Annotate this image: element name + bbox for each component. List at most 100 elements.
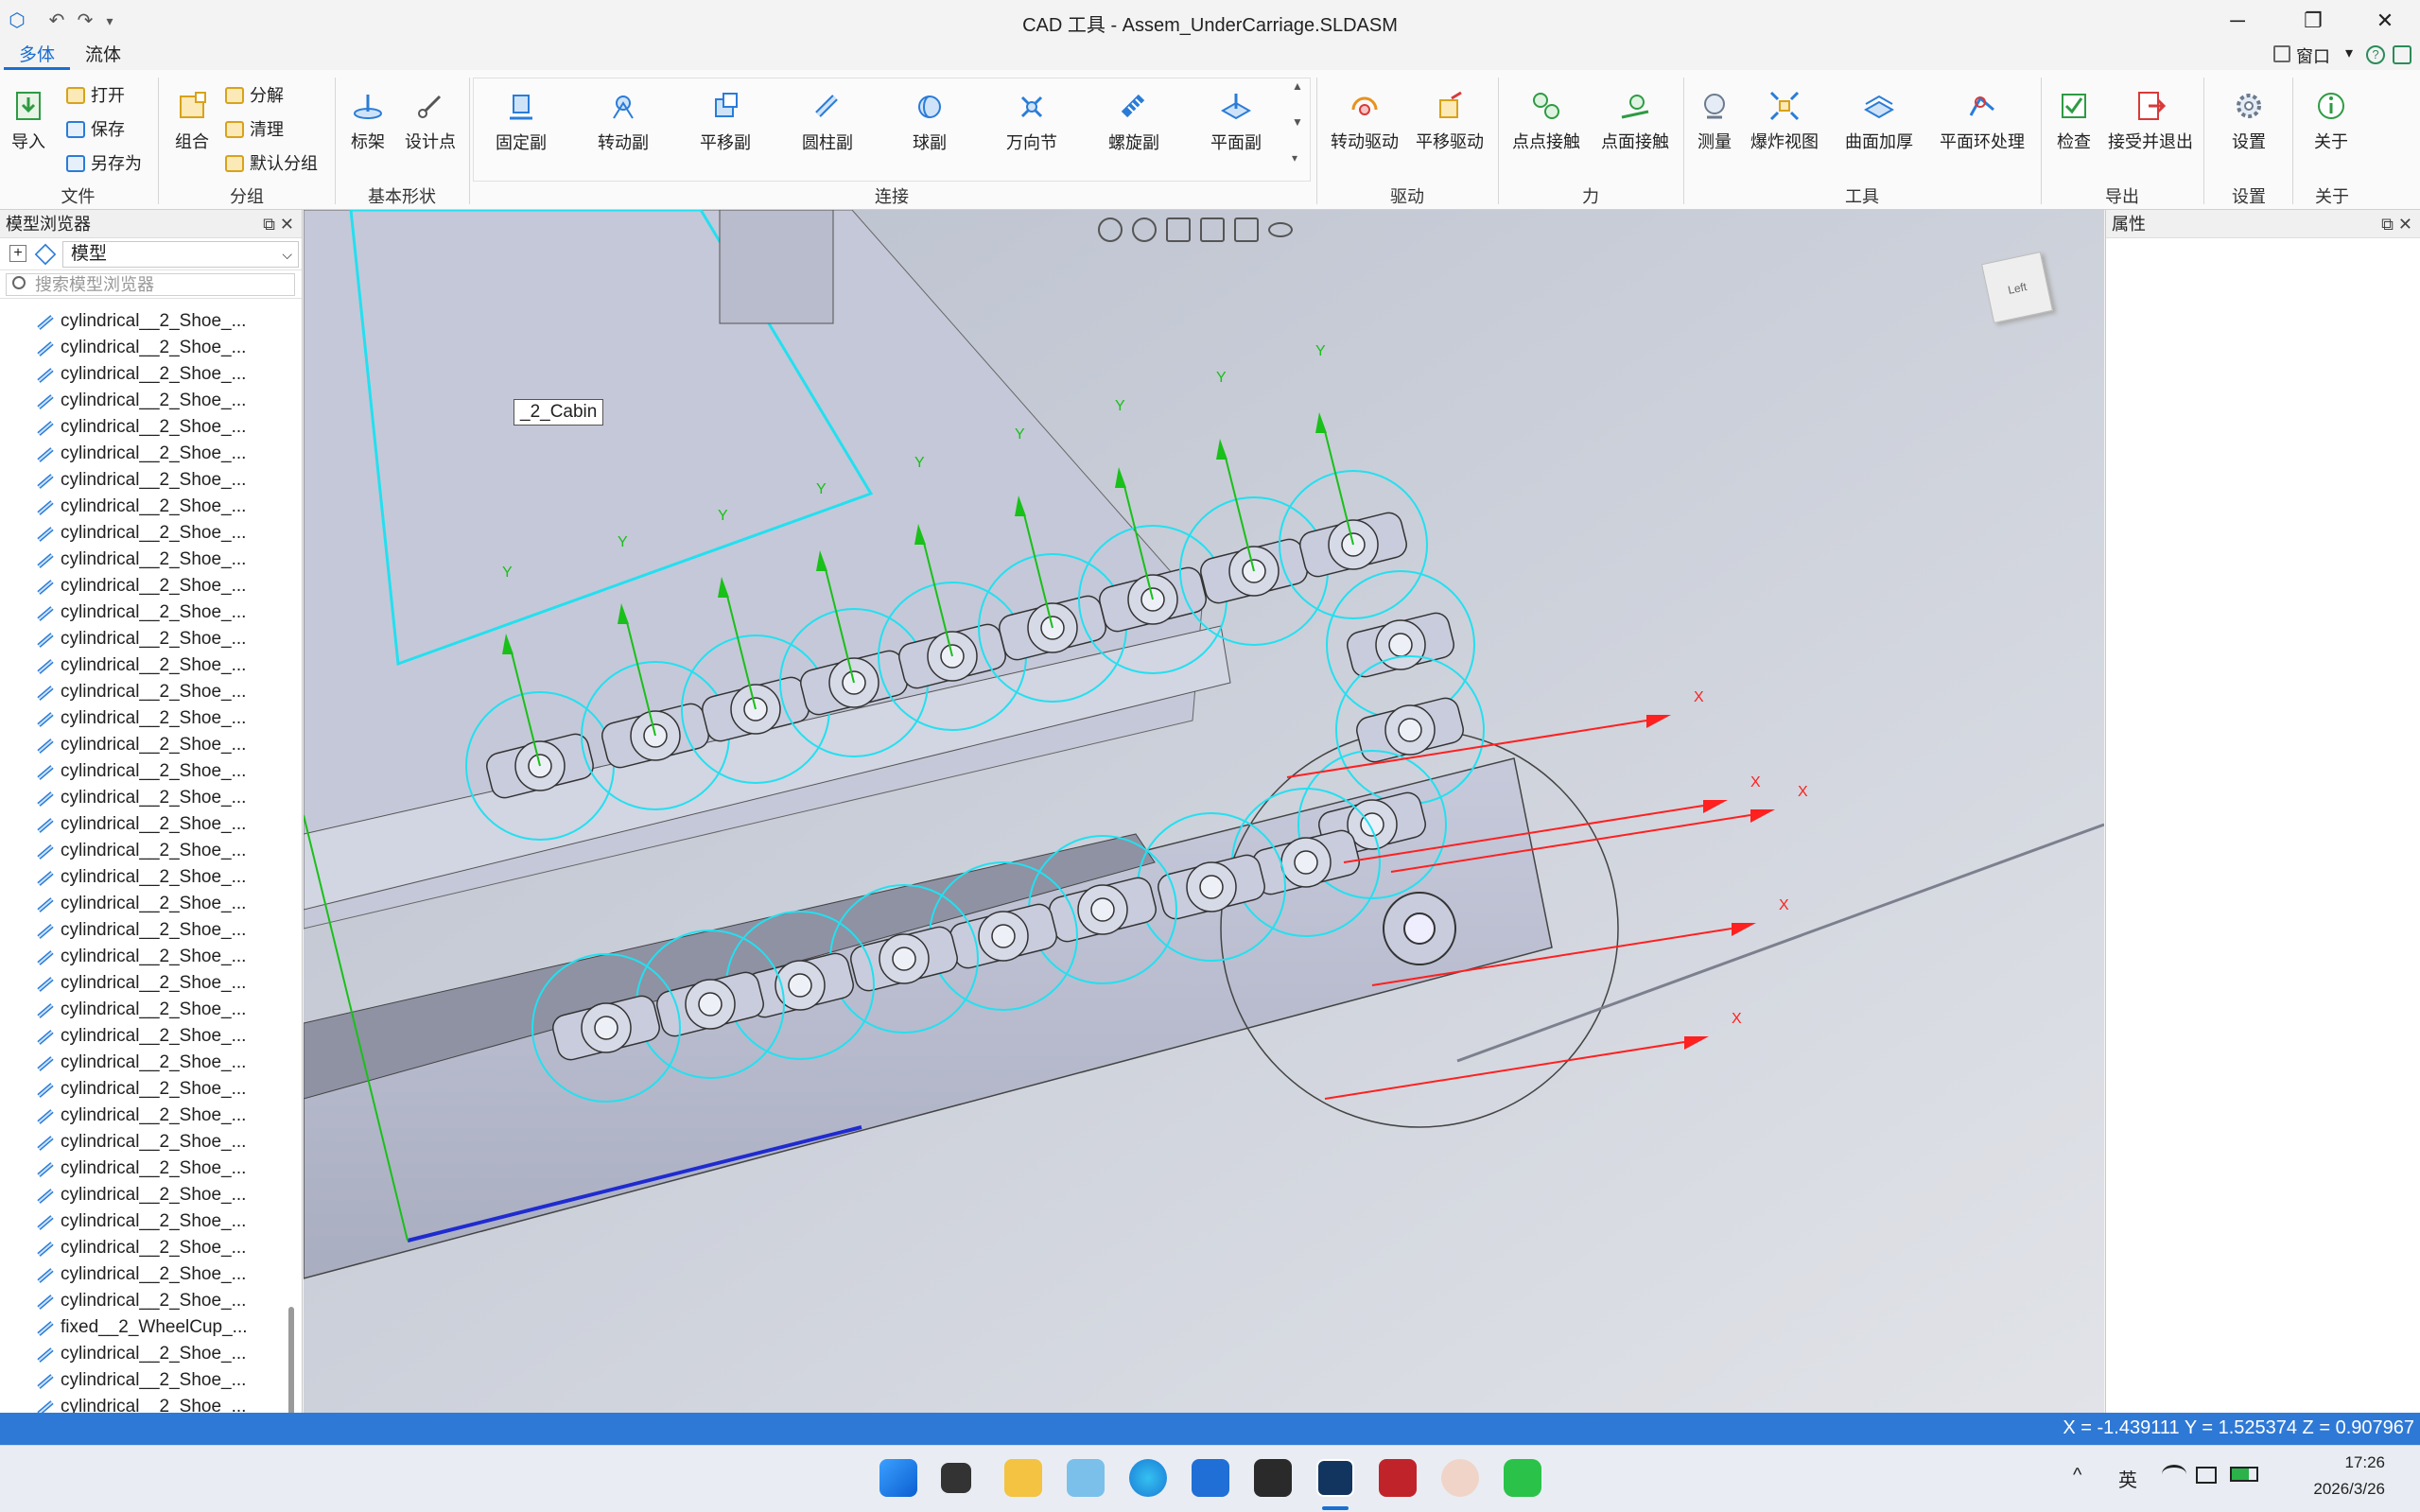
tree-item[interactable]: cylindrical__2_Shoe_... bbox=[37, 1023, 246, 1050]
clock-date[interactable]: 2026/3/26 bbox=[2281, 1480, 2385, 1499]
tree-item[interactable]: cylindrical__2_Shoe_... bbox=[37, 1156, 246, 1182]
close-panel-icon[interactable]: ✕ bbox=[280, 210, 294, 238]
about-button[interactable]: 关于 bbox=[2289, 78, 2374, 182]
avatar-app-icon[interactable] bbox=[1441, 1459, 1479, 1497]
tree-item[interactable]: cylindrical__2_Shoe_... bbox=[37, 1182, 246, 1208]
exploded-view-button[interactable]: 爆炸视图 bbox=[1742, 78, 1827, 182]
tree-item[interactable]: cylindrical__2_Shoe_... bbox=[37, 891, 246, 917]
point-contact-button[interactable]: 点点接触 bbox=[1504, 78, 1589, 182]
battery-icon[interactable] bbox=[2230, 1467, 2258, 1482]
translational-drive-button[interactable]: 平移驱动 bbox=[1407, 78, 1492, 182]
minimize-ribbon-icon[interactable] bbox=[2393, 45, 2411, 64]
visibility-eye-icon[interactable] bbox=[1268, 222, 1293, 237]
tree-item[interactable]: cylindrical__2_Shoe_... bbox=[37, 1208, 246, 1235]
tree-item[interactable]: cylindrical__2_Shoe_... bbox=[37, 1261, 246, 1288]
import-button[interactable]: 导入 bbox=[0, 78, 66, 182]
tree-item[interactable]: cylindrical__2_Shoe_... bbox=[37, 838, 246, 864]
task-view-icon[interactable] bbox=[941, 1463, 971, 1493]
default-group-button[interactable]: 默认分组 bbox=[225, 148, 318, 180]
solidworks-icon[interactable] bbox=[1379, 1459, 1417, 1497]
volume-icon[interactable] bbox=[2196, 1467, 2217, 1484]
zoom-fit-icon[interactable] bbox=[1098, 217, 1123, 242]
fixed-joint-button[interactable]: 固定副 bbox=[479, 78, 564, 182]
tree-item[interactable]: cylindrical__2_Shoe_... bbox=[37, 917, 246, 944]
tab-multibody[interactable]: 多体 bbox=[4, 42, 71, 70]
explode-split-button[interactable]: 分解 bbox=[225, 79, 284, 112]
tree-item[interactable]: cylindrical__2_Shoe_... bbox=[37, 758, 246, 785]
prismatic-joint-button[interactable]: 平移副 bbox=[683, 78, 768, 182]
tree-item[interactable]: cylindrical__2_Shoe_... bbox=[37, 811, 246, 838]
save-as-button[interactable]: 另存为 bbox=[66, 148, 142, 180]
tree-item[interactable]: cylindrical__2_Shoe_... bbox=[37, 520, 246, 547]
close-properties-icon[interactable]: ✕ bbox=[2398, 210, 2412, 238]
tree-item[interactable]: cylindrical__2_Shoe_... bbox=[37, 361, 246, 388]
tree-item[interactable]: cylindrical__2_Shoe_... bbox=[37, 732, 246, 758]
tab-fluid[interactable]: 流体 bbox=[70, 42, 136, 70]
file-explorer-icon[interactable] bbox=[1004, 1459, 1042, 1497]
tree-item[interactable]: cylindrical__2_Shoe_... bbox=[37, 864, 246, 891]
plane-ring-button[interactable]: 平面环处理 bbox=[1937, 78, 2028, 182]
tree-item[interactable]: cylindrical__2_Shoe_... bbox=[37, 494, 246, 520]
tree-item[interactable]: cylindrical__2_Shoe_... bbox=[37, 705, 246, 732]
point-face-contact-button[interactable]: 点面接触 bbox=[1593, 78, 1678, 182]
tree-item[interactable]: fixed__2_WheelCup_... bbox=[37, 1314, 248, 1341]
gallery-expand-icon[interactable]: ▾ bbox=[1292, 151, 1297, 165]
view-iso-icon[interactable] bbox=[1166, 217, 1191, 242]
tree-item[interactable]: cylindrical__2_Shoe_... bbox=[37, 335, 246, 361]
wechat-icon[interactable] bbox=[1504, 1459, 1541, 1497]
tree-item[interactable]: cylindrical__2_Shoe_... bbox=[37, 970, 246, 997]
universal-joint-button[interactable]: 万向节 bbox=[989, 78, 1074, 182]
clean-button[interactable]: 清理 bbox=[225, 113, 284, 146]
tree-item[interactable]: cylindrical__2_Shoe_... bbox=[37, 1050, 246, 1076]
tray-expand-icon[interactable]: ^ bbox=[2073, 1465, 2081, 1486]
planar-joint-button[interactable]: 平面副 bbox=[1193, 78, 1279, 182]
tree-item[interactable]: cylindrical__2_Shoe_... bbox=[37, 573, 246, 600]
photos-icon[interactable] bbox=[1067, 1459, 1105, 1497]
input-language[interactable]: 英 bbox=[2118, 1465, 2137, 1492]
clock-time[interactable]: 17:26 bbox=[2309, 1453, 2385, 1472]
restore-button[interactable]: ❐ bbox=[2279, 0, 2347, 42]
view-front-icon[interactable] bbox=[1200, 217, 1225, 242]
model-browser-search-input[interactable]: 搜索模型浏览器 bbox=[6, 273, 295, 296]
cad-app-icon[interactable] bbox=[1316, 1459, 1354, 1497]
combine-button[interactable]: 组合 bbox=[149, 78, 235, 182]
accept-exit-button[interactable]: 接受并退出 bbox=[2103, 78, 2198, 182]
tree-item[interactable]: cylindrical__2_Shoe_... bbox=[37, 997, 246, 1023]
pin-panel-icon[interactable]: ⧉ bbox=[263, 210, 275, 238]
tree-item[interactable]: cylindrical__2_Shoe_... bbox=[37, 388, 246, 414]
save-button[interactable]: 保存 bbox=[66, 113, 125, 146]
screw-joint-button[interactable]: 螺旋副 bbox=[1091, 78, 1176, 182]
tree-item[interactable]: cylindrical__2_Shoe_... bbox=[37, 1103, 246, 1129]
gallery-scroll-up-icon[interactable]: ▲ bbox=[1292, 79, 1303, 93]
zoom-window-icon[interactable] bbox=[1132, 217, 1157, 242]
tree-item[interactable]: cylindrical__2_Shoe_... bbox=[37, 652, 246, 679]
view-cube[interactable]: Left bbox=[1981, 252, 2053, 323]
close-window-button[interactable]: ✕ bbox=[2351, 0, 2419, 42]
tree-item[interactable]: cylindrical__2_Shoe_... bbox=[37, 600, 246, 626]
gallery-scroll-down-icon[interactable]: ▼ bbox=[1292, 115, 1303, 129]
tree-item[interactable]: cylindrical__2_Shoe_... bbox=[37, 1129, 246, 1156]
rotary-drive-button[interactable]: 转动驱动 bbox=[1322, 78, 1407, 182]
tree-item[interactable]: cylindrical__2_Shoe_... bbox=[37, 1235, 246, 1261]
store-icon[interactable] bbox=[1192, 1459, 1229, 1497]
tree-item[interactable]: cylindrical__2_Shoe_... bbox=[37, 467, 246, 494]
surface-thicken-button[interactable]: 曲面加厚 bbox=[1837, 78, 1922, 182]
cad-model-scene[interactable]: Y Y Y Y Y Y Y Y Y X X X X X bbox=[304, 210, 2104, 1413]
cylindrical-joint-button[interactable]: 圆柱副 bbox=[785, 78, 870, 182]
settings-button[interactable]: 设置 bbox=[2206, 78, 2291, 182]
3d-viewport[interactable]: Y Y Y Y Y Y Y Y Y X X X X X _2_Cabin Left bbox=[304, 210, 2104, 1413]
unity-icon[interactable] bbox=[1254, 1459, 1292, 1497]
tree-item[interactable]: cylindrical__2_Shoe_... bbox=[37, 414, 246, 441]
tree-item[interactable]: cylindrical__2_Shoe_... bbox=[37, 785, 246, 811]
tree-item[interactable]: cylindrical__2_Shoe_... bbox=[37, 312, 246, 335]
tree-item[interactable]: cylindrical__2_Shoe_... bbox=[37, 441, 246, 467]
minimize-button[interactable]: ─ bbox=[2203, 0, 2272, 42]
wifi-icon[interactable] bbox=[2162, 1465, 2186, 1484]
spherical-joint-button[interactable]: 球副 bbox=[887, 78, 972, 182]
tree-item[interactable]: cylindrical__2_Shoe_... bbox=[37, 1367, 246, 1394]
edge-browser-icon[interactable] bbox=[1129, 1459, 1167, 1497]
tree-item[interactable]: cylindrical__2_Shoe_... bbox=[37, 1288, 246, 1314]
tree-item[interactable]: cylindrical__2_Shoe_... bbox=[37, 626, 246, 652]
tree-item[interactable]: cylindrical__2_Shoe_... bbox=[37, 944, 246, 970]
window-menu-arrow[interactable]: ▾ bbox=[2345, 43, 2353, 62]
